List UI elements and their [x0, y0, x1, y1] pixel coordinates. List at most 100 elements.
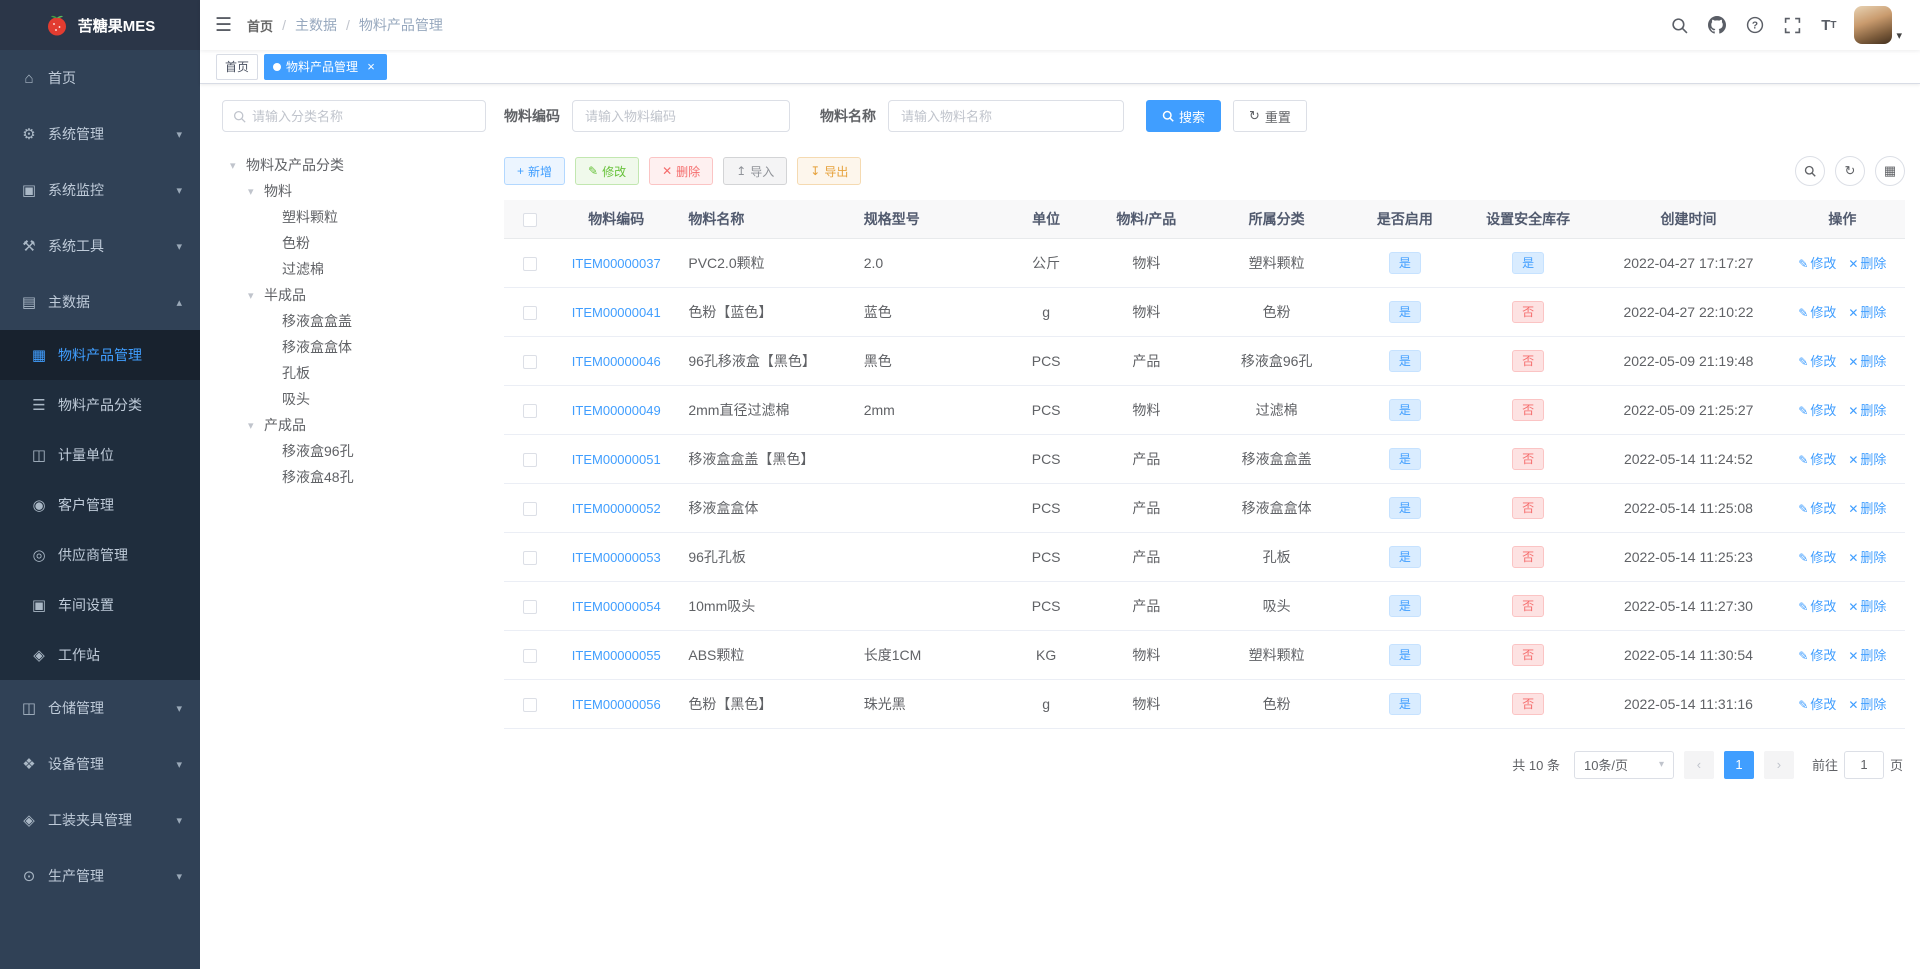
import-button[interactable]: ↥ 导入 — [723, 157, 788, 185]
row-checkbox[interactable] — [523, 452, 538, 467]
material-code-link[interactable]: ITEM00000041 — [572, 305, 661, 320]
sidebar-item[interactable]: ◫ 仓储管理 ▾ — [0, 680, 200, 736]
tree-node[interactable]: 塑料颗粒 — [222, 204, 486, 230]
tab-active[interactable]: 物料产品管理 × — [264, 53, 388, 80]
material-code-link[interactable]: ITEM00000055 — [572, 648, 661, 663]
row-checkbox[interactable] — [523, 403, 538, 418]
tree-node[interactable]: ▾ 物料 — [222, 178, 486, 204]
row-delete-link[interactable]: ✕ 删除 — [1848, 501, 1886, 516]
breadcrumb-item[interactable]: 首页 — [247, 16, 273, 35]
tree-node[interactable]: 移液盒盒体 — [222, 334, 486, 360]
close-icon[interactable]: × — [364, 60, 378, 74]
row-delete-link[interactable]: ✕ 删除 — [1848, 550, 1886, 565]
edit-button[interactable]: ✎ 修改 — [575, 157, 640, 185]
row-edit-link[interactable]: ✎ 修改 — [1798, 452, 1836, 467]
row-edit-link[interactable]: ✎ 修改 — [1798, 305, 1836, 320]
material-code-link[interactable]: ITEM00000051 — [572, 452, 661, 467]
row-edit-link[interactable]: ✎ 修改 — [1798, 648, 1836, 663]
material-code-link[interactable]: ITEM00000053 — [572, 550, 661, 565]
search-button[interactable]: 搜索 — [1146, 100, 1222, 132]
row-checkbox[interactable] — [523, 501, 538, 516]
page-size-select[interactable]: 10条/页 ▾ — [1573, 750, 1674, 779]
row-checkbox[interactable] — [523, 354, 538, 369]
material-code-link[interactable]: ITEM00000054 — [572, 599, 661, 614]
row-delete-link[interactable]: ✕ 删除 — [1848, 697, 1886, 712]
export-button[interactable]: ↧ 导出 — [797, 157, 862, 185]
tree-node[interactable]: 过滤棉 — [222, 256, 486, 282]
tree-node[interactable]: 移液盒盒盖 — [222, 308, 486, 334]
sidebar-item[interactable]: ⊙ 生产管理 ▾ — [0, 848, 200, 904]
sidebar-item[interactable]: ⚒ 系统工具 ▾ — [0, 218, 200, 274]
sidebar-subitem[interactable]: ◎ 供应商管理 — [0, 530, 200, 580]
tree-node[interactable]: 移液盒48孔 — [222, 464, 486, 490]
row-edit-link[interactable]: ✎ 修改 — [1798, 697, 1836, 712]
row-checkbox[interactable] — [523, 648, 538, 663]
avatar[interactable] — [1854, 6, 1893, 44]
row-edit-link[interactable]: ✎ 修改 — [1798, 501, 1836, 516]
row-checkbox[interactable] — [523, 550, 538, 565]
hamburger-icon[interactable]: ☰ — [200, 0, 247, 50]
row-edit-link[interactable]: ✎ 修改 — [1798, 354, 1836, 369]
refresh-table-button[interactable]: ↻ — [1835, 156, 1865, 186]
sidebar-item[interactable]: ◈ 工装夹具管理 ▾ — [0, 792, 200, 848]
add-button[interactable]: + 新增 — [504, 157, 566, 185]
row-delete-link[interactable]: ✕ 删除 — [1848, 648, 1886, 663]
sidebar-item[interactable]: ⌂ 首页 — [0, 50, 200, 106]
material-name-input[interactable] — [888, 100, 1124, 132]
search-icon[interactable] — [1661, 0, 1698, 50]
sidebar-subitem[interactable]: ◫ 计量单位 — [0, 430, 200, 480]
tree-node[interactable]: 移液盒96孔 — [222, 438, 486, 464]
material-code-link[interactable]: ITEM00000037 — [572, 256, 661, 271]
tree-node[interactable]: ▾ 物料及产品分类 — [222, 152, 486, 178]
sidebar-item[interactable]: ⚙ 系统管理 ▾ — [0, 106, 200, 162]
row-delete-link[interactable]: ✕ 删除 — [1848, 256, 1886, 271]
tree-node[interactable]: 色粉 — [222, 230, 486, 256]
row-edit-link[interactable]: ✎ 修改 — [1798, 550, 1836, 565]
row-checkbox[interactable] — [523, 256, 538, 271]
select-all-checkbox[interactable] — [523, 212, 538, 227]
column-settings-button[interactable]: ▦ — [1875, 156, 1905, 186]
goto-page-input[interactable] — [1843, 750, 1884, 779]
tab-item[interactable]: 首页 — [216, 53, 259, 80]
sidebar-subitem[interactable]: ▦ 物料产品管理 — [0, 330, 200, 380]
help-icon[interactable]: ? — [1736, 0, 1774, 50]
sidebar-subitem[interactable]: ☰ 物料产品分类 — [0, 380, 200, 430]
material-code-input[interactable] — [572, 100, 790, 132]
toggle-search-button[interactable] — [1795, 156, 1825, 186]
fullscreen-icon[interactable] — [1774, 0, 1811, 50]
material-code-link[interactable]: ITEM00000046 — [572, 354, 661, 369]
sidebar-item[interactable]: ▣ 系统监控 ▾ — [0, 162, 200, 218]
row-checkbox[interactable] — [523, 599, 538, 614]
sidebar-item[interactable]: ▤ 主数据 ▴ — [0, 274, 200, 330]
tree-node[interactable]: ▾ 产成品 — [222, 412, 486, 438]
row-delete-link[interactable]: ✕ 删除 — [1848, 354, 1886, 369]
next-page-button[interactable]: › — [1763, 750, 1794, 779]
sidebar-item[interactable]: ❖ 设备管理 ▾ — [0, 736, 200, 792]
tree-node[interactable]: 孔板 — [222, 360, 486, 386]
tree-node[interactable]: ▾ 半成品 — [222, 282, 486, 308]
font-size-icon[interactable]: TT — [1811, 0, 1846, 50]
material-code-link[interactable]: ITEM00000056 — [572, 697, 661, 712]
prev-page-button[interactable]: ‹ — [1683, 750, 1714, 779]
row-edit-link[interactable]: ✎ 修改 — [1798, 403, 1836, 418]
sidebar-subitem[interactable]: ▣ 车间设置 — [0, 580, 200, 630]
tree-search-input[interactable] — [252, 108, 475, 124]
row-delete-link[interactable]: ✕ 删除 — [1848, 599, 1886, 614]
material-code-link[interactable]: ITEM00000052 — [572, 501, 661, 516]
sidebar-subitem[interactable]: ◈ 工作站 — [0, 630, 200, 680]
row-delete-link[interactable]: ✕ 删除 — [1848, 403, 1886, 418]
current-page-button[interactable]: 1 — [1723, 750, 1754, 779]
row-delete-link[interactable]: ✕ 删除 — [1848, 452, 1886, 467]
row-checkbox[interactable] — [523, 305, 538, 320]
app-logo[interactable]: 苦糖果MES — [0, 0, 200, 50]
delete-button[interactable]: ✕ 删除 — [649, 157, 714, 185]
row-edit-link[interactable]: ✎ 修改 — [1798, 599, 1836, 614]
row-edit-link[interactable]: ✎ 修改 — [1798, 256, 1836, 271]
row-checkbox[interactable] — [523, 697, 538, 712]
reset-button[interactable]: ↻ 重置 — [1233, 100, 1307, 132]
row-delete-link[interactable]: ✕ 删除 — [1848, 305, 1886, 320]
sidebar-subitem[interactable]: ◉ 客户管理 — [0, 480, 200, 530]
material-code-link[interactable]: ITEM00000049 — [572, 403, 661, 418]
user-menu[interactable]: ▾ — [1846, 0, 1910, 50]
tree-node[interactable]: 吸头 — [222, 386, 486, 412]
